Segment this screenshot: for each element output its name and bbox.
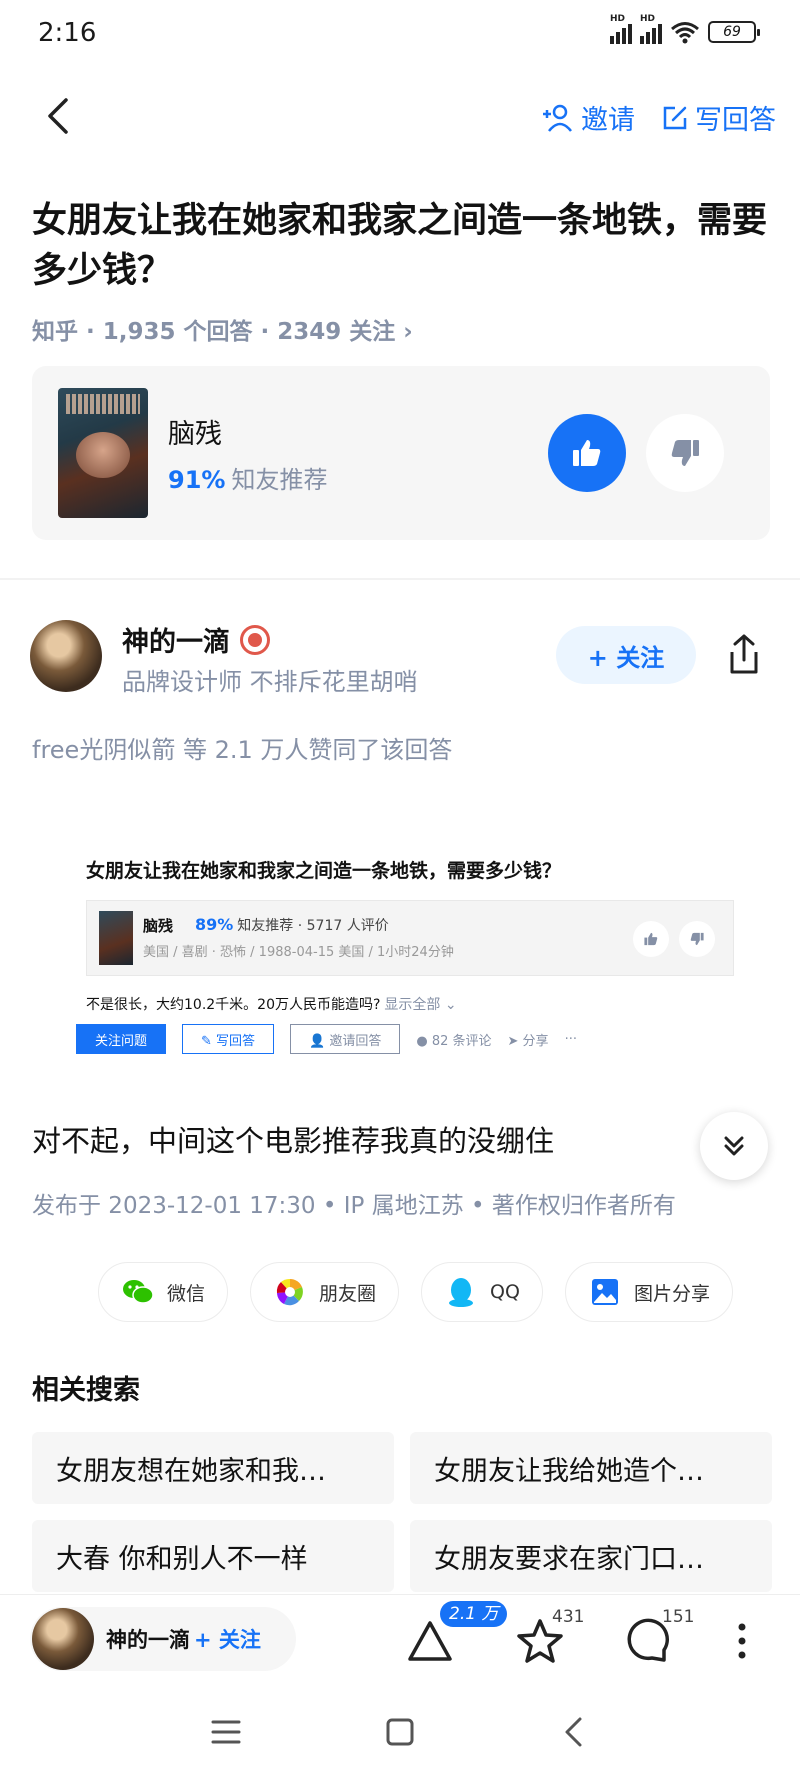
author-name-row[interactable]: 神的一滴: [122, 620, 270, 659]
embed-thumbs-down-icon: [679, 921, 715, 957]
menu-icon: [211, 1720, 241, 1744]
share-moments-button[interactable]: 朋友圈: [250, 1262, 400, 1322]
double-chevron-down-icon: [724, 1136, 744, 1156]
comment-count: 151: [662, 1607, 695, 1627]
more-options-button[interactable]: [716, 1615, 768, 1667]
embed-follow-question-button: 关注问题: [76, 1024, 167, 1054]
movie-name: 脑残: [168, 419, 222, 450]
write-answer-button[interactable]: 写回答: [661, 98, 776, 137]
question-title[interactable]: 女朋友让我在她家和我家之间造一条地铁，需要多少钱？: [32, 196, 772, 296]
cellular-signal-icon: HD: [610, 14, 632, 44]
bottom-author-avatar[interactable]: [32, 1608, 94, 1670]
share-qq-label: QQ: [490, 1281, 520, 1303]
nav-home-button[interactable]: [378, 1710, 422, 1754]
embed-share-link: ➤ 分享: [507, 1033, 549, 1049]
share-image-button[interactable]: 图片分享: [564, 1262, 733, 1322]
embed-write-answer-button: ✎ 写回答: [182, 1024, 275, 1054]
upvoters-text[interactable]: free光阴似箭 等 2.1 万人赞同了该回答: [32, 730, 452, 765]
author-name[interactable]: 神的一滴: [122, 620, 230, 659]
author-bio: 品牌设计师 不排斥花里胡哨: [122, 668, 418, 696]
cellular-signal-icon-2: HD: [640, 14, 662, 44]
home-square-icon: [386, 1718, 414, 1746]
embed-movie-info: 美国 / 喜剧 · 恐怖 / 1988-04-15 美国 / 1小时24分钟: [143, 945, 454, 960]
upvote-count-badge: 2.1 万: [440, 1601, 508, 1627]
wechat-icon: [121, 1275, 155, 1309]
nav-menu-button[interactable]: [204, 1710, 248, 1754]
answer-image[interactable]: 女朋友让我在她家和我家之间造一条地铁，需要多少钱？ 脑残 89% 知友推荐 · 5…: [76, 852, 736, 1062]
embed-action-row: 关注问题 ✎ 写回答 👤 邀请回答 ● 82 条评论 ➤ 分享 ···: [76, 1024, 577, 1054]
invite-button[interactable]: 邀请: [541, 98, 635, 137]
top-bar: 邀请 写回答: [0, 80, 800, 152]
embed-movie-name: 脑残: [143, 917, 174, 935]
more-vertical-icon: [738, 1623, 746, 1659]
share-qq-button[interactable]: QQ: [421, 1262, 543, 1322]
share-image-label: 图片分享: [633, 1282, 710, 1305]
bottom-author-chip[interactable]: 神的一滴 + 关注: [30, 1607, 296, 1671]
favorite-count: 431: [552, 1607, 585, 1627]
embed-thumbs-up-icon: [633, 921, 669, 957]
back-arrow-icon[interactable]: [40, 94, 80, 138]
section-divider: [0, 578, 800, 580]
answer-text: 对不起，中间这个电影推荐我真的没绷住: [32, 1124, 555, 1158]
status-icons: HD HD 69: [610, 14, 760, 44]
share-moments-label: 朋友圈: [319, 1282, 377, 1305]
publish-info: 发布于 2023-12-01 17:30 • IP 属地江苏 • 著作权归作者所…: [32, 1193, 676, 1219]
status-bar: 2:16 HD HD 69: [0, 0, 800, 70]
embed-more-link: ···: [564, 1031, 577, 1047]
top-actions: 邀请 写回答: [541, 98, 776, 137]
embed-invite-answer-button: 👤 邀请回答: [290, 1024, 401, 1054]
movie-rating: 91% 知友推荐: [168, 460, 327, 495]
image-share-icon: [588, 1275, 622, 1309]
bottom-follow-button[interactable]: + 关注: [194, 1624, 261, 1654]
write-answer-label: 写回答: [695, 105, 776, 136]
related-search-item[interactable]: 女朋友让我给她造个…: [410, 1432, 772, 1504]
bottom-author-name[interactable]: 神的一滴: [106, 1624, 190, 1654]
nav-back-icon: [565, 1717, 582, 1747]
share-wechat-button[interactable]: 微信: [98, 1262, 229, 1322]
embed-movie-card: 脑残 89% 知友推荐 · 5717 人评价 美国 / 喜剧 · 恐怖 / 198…: [86, 900, 734, 976]
embed-movie-rating: 89% 知友推荐 · 5717 人评价: [195, 915, 389, 934]
related-search-item[interactable]: 女朋友要求在家门口…: [410, 1520, 772, 1592]
related-search-grid: 女朋友想在她家和我… 女朋友让我给她造个… 大春 你和别人不一样 女朋友要求在家…: [32, 1432, 772, 1592]
related-search-title: 相关搜索: [32, 1375, 140, 1406]
edit-icon: [663, 106, 687, 129]
add-user-icon: [543, 104, 572, 132]
bottom-action-bar: 神的一滴 + 关注 2.1 万 431 151: [0, 1594, 800, 1678]
movie-dislike-button[interactable]: [646, 414, 724, 492]
thumbs-down-icon: [671, 440, 699, 466]
wifi-icon: [671, 22, 699, 44]
movie-recommend-text: 知友推荐: [231, 466, 328, 494]
movie-recommend-percent: 91%: [168, 466, 226, 494]
share-icon[interactable]: [724, 632, 764, 676]
nav-back-button[interactable]: [552, 1710, 596, 1754]
qq-icon: [444, 1275, 478, 1309]
moments-icon: [273, 1275, 307, 1309]
movie-card[interactable]: 脑残 91% 知友推荐: [32, 366, 770, 540]
collapse-button[interactable]: [700, 1112, 768, 1180]
author-badge-icon: [240, 624, 270, 655]
related-search-item[interactable]: 大春 你和别人不一样: [32, 1520, 394, 1592]
follow-author-button[interactable]: + 关注: [556, 626, 696, 684]
battery-icon: 69: [708, 21, 760, 43]
author-avatar[interactable]: [30, 620, 102, 692]
thumbs-up-icon: [573, 440, 601, 466]
question-meta[interactable]: 知乎 · 1,935 个回答 · 2349 关注 ›: [32, 312, 413, 346]
invite-label: 邀请: [581, 105, 635, 136]
share-wechat-label: 微信: [167, 1282, 206, 1305]
embed-comments-link: ● 82 条评论: [416, 1033, 492, 1049]
embed-question-title: 女朋友让我在她家和我家之间造一条地铁，需要多少钱？: [86, 860, 562, 882]
embed-movie-poster: [99, 911, 133, 965]
status-time: 2:16: [38, 18, 97, 48]
related-search-item[interactable]: 女朋友想在她家和我…: [32, 1432, 394, 1504]
embed-question-desc: 不是很长，大约10.2千米。20万人民币能造吗? 显示全部 ⌄: [86, 997, 457, 1013]
movie-poster[interactable]: [58, 388, 148, 518]
system-nav-bar: [0, 1690, 800, 1777]
movie-like-button[interactable]: [548, 414, 626, 492]
share-options: 微信 朋友圈 QQ 图片分享: [98, 1262, 733, 1322]
